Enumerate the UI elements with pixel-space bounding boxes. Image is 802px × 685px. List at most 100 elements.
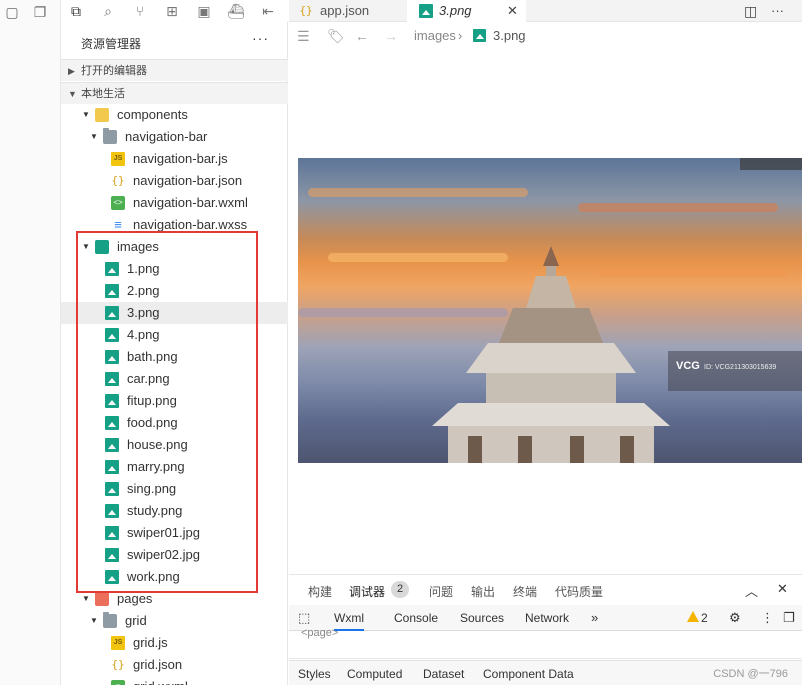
tree-file[interactable]: work.png (61, 566, 288, 588)
tree-item-label: components (117, 107, 188, 122)
panel-tab-debugger[interactable]: 调试器 (349, 583, 385, 600)
panel-tab-code-quality[interactable]: 代码质量 (555, 583, 603, 600)
search-icon[interactable]: ⌕ (99, 2, 117, 20)
chevron-down-icon[interactable]: ▼ (89, 126, 99, 148)
tree-file[interactable]: 2.png (61, 280, 288, 302)
tree-folder[interactable]: ▼ grid (61, 610, 288, 632)
tree-file[interactable]: <> grid.wxml (61, 676, 288, 685)
tree-file[interactable]: marry.png (61, 456, 288, 478)
tree-item-label: car.png (127, 371, 170, 386)
tree-file[interactable]: fitup.png (61, 390, 288, 412)
more-actions-icon[interactable]: ··· (771, 0, 784, 22)
tree-file[interactable]: JS grid.js (61, 632, 288, 654)
extensions-icon[interactable]: ⊞ (163, 2, 181, 20)
tree-file[interactable]: 1.png (61, 258, 288, 280)
tree-file[interactable]: sing.png (61, 478, 288, 500)
tree-file[interactable]: {} navigation-bar.json (61, 170, 288, 192)
image-file-icon (105, 570, 119, 584)
chevron-down-icon[interactable]: ▼ (81, 588, 91, 610)
tree-file[interactable]: ≡ navigation-bar.wxss (61, 214, 288, 236)
section-project[interactable]: ▼ 本地生活 (61, 82, 288, 104)
dock-icon[interactable]: ❐ (783, 605, 795, 631)
section-open-editors[interactable]: ▶ 打开的编辑器 (61, 59, 288, 81)
chevron-right-icon: ▶ (68, 66, 75, 76)
tree-folder[interactable]: ▼ pages (61, 588, 288, 610)
js-file-icon: JS (111, 152, 125, 166)
close-panel-icon[interactable]: ✕ (777, 581, 788, 597)
docker-icon[interactable]: ⛴ (227, 2, 245, 20)
split-editor-icon[interactable]: ◫ (744, 0, 757, 22)
style-tab-computed[interactable]: Computed (347, 661, 402, 685)
breadcrumb-folder[interactable]: images (414, 23, 456, 49)
tree-folder[interactable]: ▼ components (61, 104, 288, 126)
warning-count[interactable]: 2 (701, 605, 708, 631)
devtools-tab-sources[interactable]: Sources (460, 605, 504, 631)
tree-file[interactable]: swiper02.jpg (61, 544, 288, 566)
tree-item-label: navigation-bar.wxml (133, 195, 248, 210)
breadcrumb: ☰ 🏷 ← → images › 3.png (289, 23, 802, 49)
style-tab-dataset[interactable]: Dataset (423, 661, 464, 685)
kebab-menu-icon[interactable]: ⋮ (761, 605, 774, 631)
tree-item-label: swiper01.jpg (127, 525, 200, 540)
debugger-badge: 2 (391, 581, 409, 598)
tree-file[interactable]: 4.png (61, 324, 288, 346)
explorer-icon[interactable]: ⧉ (67, 2, 85, 20)
tree-file[interactable]: food.png (61, 412, 288, 434)
tree-item-label: fitup.png (127, 393, 177, 408)
panel-tab-output[interactable]: 输出 (471, 583, 495, 600)
json-file-icon: {} (111, 658, 125, 671)
image-file-icon (105, 460, 119, 474)
storage-icon[interactable]: ▣ (195, 2, 213, 20)
chevron-down-icon[interactable]: ▼ (81, 104, 91, 126)
tree-file[interactable]: <> navigation-bar.wxml (61, 192, 288, 214)
tree-file[interactable]: swiper01.jpg (61, 522, 288, 544)
tree-folder[interactable]: ▼ navigation-bar (61, 126, 288, 148)
list-icon[interactable]: ☰ (297, 23, 310, 49)
panel-tab-build[interactable]: 构建 (308, 583, 332, 600)
tree-item-label: bath.png (127, 349, 178, 364)
chevron-down-icon[interactable]: ▼ (81, 236, 91, 258)
window-icon[interactable]: ❐ (32, 4, 48, 20)
tree-file[interactable]: {} grid.json (61, 654, 288, 676)
close-icon[interactable]: ✕ (507, 0, 518, 22)
more-tabs-icon[interactable]: » (591, 605, 598, 631)
devtools-tab-wxml[interactable]: Wxml (334, 605, 364, 631)
tree-file[interactable]: 3.png (61, 302, 288, 324)
tree-file[interactable]: house.png (61, 434, 288, 456)
devtools-tab-network[interactable]: Network (525, 605, 569, 631)
tree-file[interactable]: JS navigation-bar.js (61, 148, 288, 170)
breadcrumb-file[interactable]: 3.png (493, 23, 526, 49)
chevron-down-icon[interactable]: ▼ (89, 610, 99, 632)
bookmark-icon[interactable]: 🏷 (327, 23, 345, 49)
tab-3-png[interactable]: 3.png ✕ (407, 0, 526, 22)
forward-arrow-icon[interactable]: → (384, 23, 398, 49)
tab-app-json[interactable]: {} app.json (289, 0, 407, 22)
style-tab-component-data[interactable]: Component Data (483, 661, 574, 685)
preview-toolbar[interactable] (740, 158, 802, 170)
layout-icon[interactable]: ▢ (4, 4, 20, 20)
tree-item-label: grid.wxml (133, 676, 188, 685)
tree-item-label: grid (125, 613, 147, 628)
tree-file[interactable]: bath.png (61, 346, 288, 368)
back-arrow-icon[interactable]: ← (355, 23, 369, 49)
panel-tab-problems[interactable]: 问题 (429, 583, 453, 600)
wxml-node[interactable]: <page> (301, 627, 338, 639)
devtools-tab-console[interactable]: Console (394, 605, 438, 631)
tree-file[interactable]: car.png (61, 368, 288, 390)
source-control-icon[interactable]: ⑂ (131, 2, 149, 20)
tree-folder[interactable]: ▼ images (61, 236, 288, 258)
tree-item-label: sing.png (127, 481, 177, 496)
tree-item-label: 3.png (127, 305, 160, 320)
style-tab-styles[interactable]: Styles (298, 661, 331, 685)
folder-icon (95, 240, 109, 254)
panel-tab-terminal[interactable]: 终端 (513, 583, 537, 600)
file-tree: ▼ components ▼ navigation-bar JS navigation-b… (61, 104, 288, 685)
image-file-icon (105, 504, 119, 518)
chevron-up-icon[interactable]: ︿ (745, 581, 758, 600)
tab-label: 3.png (439, 3, 472, 18)
explorer-more-button[interactable]: ··· (252, 30, 269, 46)
debug-icon[interactable]: ⇤ (259, 2, 277, 20)
gear-icon[interactable]: ⚙ (729, 605, 741, 631)
editor-tab-bar: {} app.json 3.png ✕ ◫ ··· (289, 0, 802, 22)
tree-file[interactable]: study.png (61, 500, 288, 522)
